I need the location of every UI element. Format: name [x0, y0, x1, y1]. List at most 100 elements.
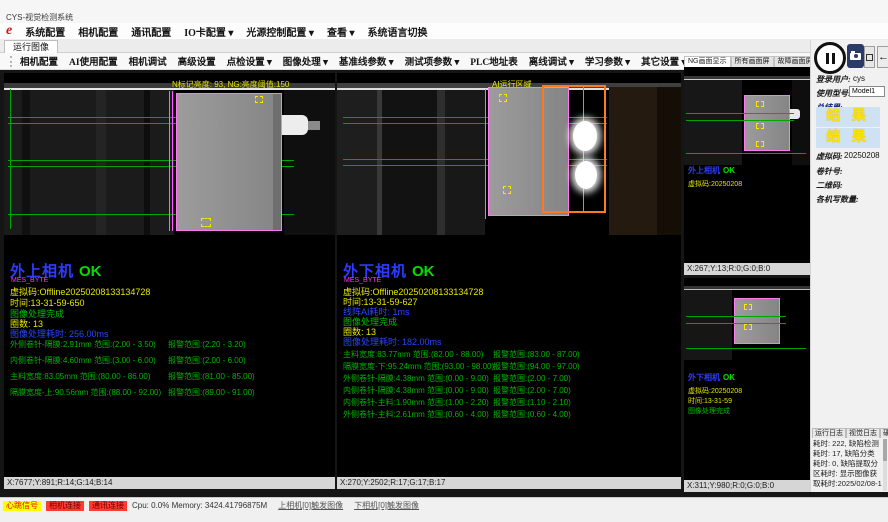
display-mode-tabs: NG画面显示 所有画面屏 故障画面屏: [684, 56, 810, 67]
connector-blob: [282, 115, 308, 135]
tool-test-params[interactable]: 测试项参数 ▾: [405, 54, 460, 68]
machine-background: [382, 90, 437, 235]
pin-number-label: 卷针号:: [816, 166, 843, 177]
vcode-value: 20250208: [844, 151, 880, 160]
defect-mark: [744, 324, 752, 330]
baseline-line: [686, 348, 806, 349]
tab-vision-log[interactable]: 视觉日志: [846, 428, 880, 438]
pause-icon: [826, 53, 829, 64]
left-camera-view[interactable]: N标记亮度: 93, NG:亮度阈值:150 外上相机OK MES_BYTE 虚…: [4, 73, 335, 477]
barcode-text: 虚拟码:20250208: [688, 386, 742, 396]
mes-label: MES_BYTE: [11, 277, 48, 284]
settings-button[interactable]: [864, 46, 875, 68]
defect-mark: [756, 101, 764, 107]
defect-mark: [744, 304, 752, 310]
mid-camera-view[interactable]: AI运行区域 外下相机OK MES_BYTE 虚拟码:Offline202502…: [337, 73, 681, 477]
snapshot-button[interactable]: [847, 44, 864, 68]
toolbar-grip[interactable]: [10, 56, 15, 67]
alarm-range: 报警范围:(83.00 - 87.00): [493, 349, 580, 360]
machine-background: [445, 90, 485, 235]
process-time-text: 图像处理耗时: 182.00ms: [343, 335, 442, 348]
right-bottom-camera-view[interactable]: 外下相机OK 虚拟码:20250208 时间:13-31-59 图像处理完成: [684, 278, 810, 480]
alarm-range: 报警范围:(1.10 - 2.10): [493, 397, 571, 408]
control-panel: ← 登录用户: cys 使用型号: 总结果: 结 果 结 果 虚拟码: 2025…: [810, 40, 888, 492]
tool-ai-config[interactable]: AI使用配置: [69, 54, 118, 68]
alarm-range: 报警范围:(2.20 - 3.20): [168, 339, 246, 350]
result-display-upper: 结 果: [816, 107, 880, 127]
measurement-value: 隔膜宽度-上:90.56mm 范围:(88.00 - 92.00): [10, 387, 161, 398]
menu-camera-config[interactable]: 相机配置: [78, 24, 118, 39]
tool-learning-params[interactable]: 学习参数 ▾: [585, 54, 630, 68]
window-title: CYS-视觉检测系统: [6, 12, 73, 23]
back-arrow-icon: ←: [878, 51, 888, 63]
mid-coords-readout: X:270;Y:2502;R:17;G:17;B:17: [337, 477, 681, 489]
tool-advanced-settings[interactable]: 高级设置: [178, 54, 216, 68]
menu-light-config[interactable]: 光源控制配置 ▾: [246, 24, 314, 39]
vcode-label: 虚拟码:: [816, 151, 843, 162]
tab-run-log[interactable]: 运行日志: [812, 428, 846, 438]
cpu-memory-readout: Cpu: 0.0% Memory: 3424.41796875M: [132, 501, 267, 511]
machine-column: [337, 90, 377, 235]
edge-marker-line: [485, 89, 486, 219]
defect-mark: [503, 186, 511, 194]
right-top-camera-view[interactable]: 外上相机OK 虚拟码:20250208: [684, 67, 810, 263]
connector-blob: [790, 109, 800, 119]
square-icon: [866, 54, 873, 61]
menu-language-switch[interactable]: 系统语言切换: [367, 24, 427, 39]
process-done-text: 图像处理完成: [688, 406, 730, 416]
roi-rect-orange: [542, 85, 606, 213]
baseline-line: [686, 316, 786, 317]
status-ok: OK: [412, 263, 435, 280]
tool-camera-debug[interactable]: 相机调试: [129, 54, 167, 68]
measurement-value: 外侧卷针-主料:2.61mm 范围:(0.60 - 4.00): [343, 409, 489, 420]
tool-spotcheck-settings[interactable]: 点检设置 ▾: [227, 54, 272, 68]
tab-hardware-log[interactable]: 硬件日志: [880, 428, 888, 438]
scrollbar-thumb[interactable]: [883, 439, 887, 461]
machine-part-dark: [657, 87, 681, 235]
alarm-range: 报警范围:(89.00 - 91.00): [168, 387, 255, 398]
cell-image-block: [176, 93, 282, 231]
upper-camera-trigger-status: 上相机[0]触发图像: [278, 501, 343, 511]
model-input[interactable]: [849, 86, 885, 97]
menu-view[interactable]: 查看 ▾: [327, 24, 355, 39]
tool-baseline-params[interactable]: 基准线参数 ▾: [339, 54, 394, 68]
menu-comm-config[interactable]: 通讯配置: [131, 24, 171, 39]
tab-strip: 运行图像: [0, 39, 888, 53]
camera-name: 外下相机: [688, 373, 720, 382]
measurement-value: 主料宽度:83.77mm 范围:(82.00 - 88.00): [343, 349, 484, 360]
measurement-value: 内侧卷针-主料:1.90mm 范围:(1.00 - 2.20): [343, 397, 489, 408]
tool-plc-address[interactable]: PLC地址表: [470, 54, 518, 68]
alarm-range: 报警范围:(81.00 - 85.00): [168, 371, 255, 382]
tool-camera-config[interactable]: 相机配置: [20, 54, 58, 68]
tab-ng-display[interactable]: NG画面显示: [684, 56, 731, 67]
camera-result-title: 外下相机OK: [688, 372, 735, 383]
tool-offline-debug[interactable]: 离线调试 ▾: [529, 54, 574, 68]
menu-io-config[interactable]: IO卡配置 ▾: [184, 24, 233, 39]
baseline-line: [686, 120, 794, 121]
menu-system-config[interactable]: 系统配置: [25, 24, 65, 39]
right-top-coords-readout: X:267;Y:13;R:0;G:0;B:0: [684, 263, 810, 275]
measurement-value: 隔膜宽度-下:95.24mm 范围:(93.00 - 98.00): [343, 361, 494, 372]
measurement-value: 外侧卷针-隔膜:4.38mm 范围:(0.00 - 9.00): [343, 373, 489, 384]
defect-mark: [756, 123, 764, 129]
tab-all-frames[interactable]: 所有画面屏: [731, 56, 774, 67]
defect-mark: [499, 94, 507, 102]
defect-mark: [756, 141, 764, 147]
alarm-range: 报警范围:(2.00 - 6.00): [168, 355, 246, 366]
tool-image-processing[interactable]: 图像处理 ▾: [283, 54, 328, 68]
tab-run-image[interactable]: 运行图像: [4, 40, 58, 54]
lower-camera-trigger-status: 下相机[0]触发图像: [354, 501, 419, 511]
measurement-value: 内侧卷针-隔膜:4.38mm 范围:(0.00 - 9.00): [343, 385, 489, 396]
alarm-range: 报警范围:(2.00 - 7.00): [493, 373, 571, 384]
edge-marker-line: [172, 91, 173, 231]
pause-button[interactable]: [814, 42, 846, 74]
status-ok: OK: [723, 373, 735, 382]
cell-edge-shade: [273, 94, 281, 230]
comm-connection-badge: 通讯连接: [89, 501, 127, 511]
tool-other-settings[interactable]: 其它设置 ▾: [641, 54, 686, 68]
alarm-range: 报警范围:(2.00 - 7.00): [493, 385, 571, 396]
log-scrollbar[interactable]: [883, 439, 887, 491]
back-button[interactable]: ←: [877, 46, 888, 68]
status-ok: OK: [723, 166, 735, 175]
heartbeat-badge: 心跳信号: [3, 501, 41, 511]
